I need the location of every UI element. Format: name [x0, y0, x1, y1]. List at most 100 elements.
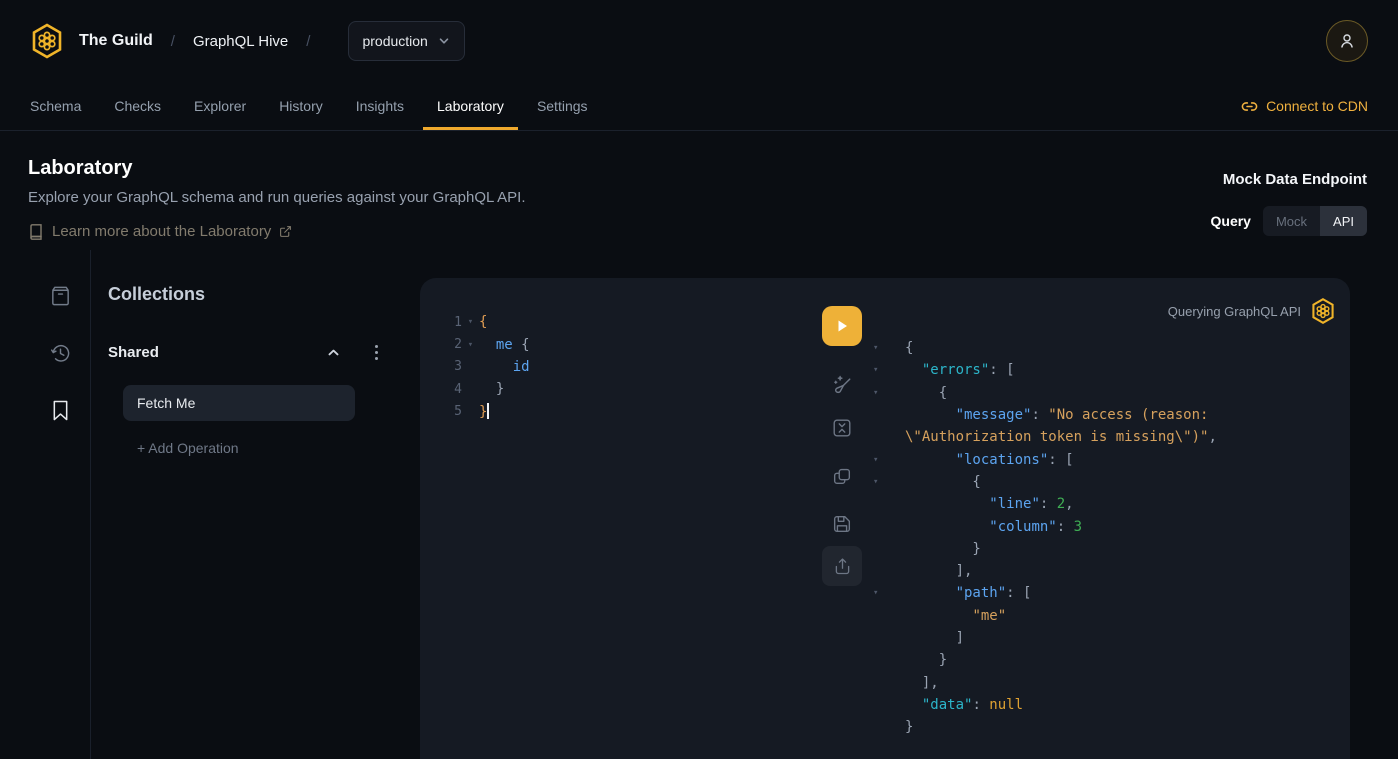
result-line: ] — [871, 627, 1340, 649]
page-title: Laboratory — [28, 157, 526, 180]
result-line: "line": 2, — [871, 493, 1340, 515]
code-line-text: id — [479, 359, 530, 375]
project-name[interactable]: GraphQL Hive — [193, 33, 288, 50]
result-line: ▾{ — [871, 337, 1340, 359]
querying-label: Querying GraphQL API — [1168, 304, 1301, 319]
rail-divider — [90, 250, 91, 759]
fold-arrow-icon[interactable]: ▾ — [871, 588, 905, 598]
query-label: Query — [1211, 213, 1251, 229]
code-line-text: { — [479, 314, 487, 330]
breadcrumb-separator: / — [171, 33, 175, 50]
save-operation-button[interactable] — [822, 504, 862, 544]
operation-list: Fetch Me — [108, 385, 378, 421]
hive-logo-icon — [30, 22, 64, 60]
tab-laboratory[interactable]: Laboratory — [437, 82, 504, 130]
header-nav-row: Schema Checks Explorer History Insights Labor… — [0, 82, 1398, 131]
collections-panel: Collections Shared Fetch Me + Add Operat… — [108, 284, 378, 456]
fold-arrow-icon[interactable]: ▾ — [871, 388, 905, 398]
code-line-text: "path": [ — [905, 585, 1031, 601]
endpoint-toggle-row: Query MockAPI — [1211, 206, 1368, 236]
fold-arrow-icon[interactable]: ▾ — [871, 455, 905, 465]
link-icon — [1241, 98, 1258, 115]
connect-to-cdn-button[interactable]: Connect to CDN — [1241, 98, 1368, 115]
page-subtitle: Explore your GraphQL schema and run quer… — [28, 189, 526, 206]
line-number: 2 — [420, 337, 462, 352]
collections-rail-button[interactable] — [46, 283, 74, 309]
tab-history[interactable]: History — [279, 82, 323, 130]
copy-query-button[interactable] — [822, 456, 862, 496]
code-line-text: \"Authorization token is missing\")", — [905, 429, 1217, 445]
editor-line[interactable]: 5} — [420, 401, 810, 423]
tab-settings[interactable]: Settings — [537, 82, 588, 130]
fold-arrow-icon[interactable]: ▾ — [871, 477, 905, 487]
endpoint-controls: Mock Data Endpoint Query MockAPI — [1211, 157, 1368, 240]
mock-api-toggle: MockAPI — [1263, 206, 1367, 236]
user-avatar[interactable] — [1326, 20, 1368, 62]
result-line: ], — [871, 671, 1340, 693]
code-line-text: "line": 2, — [905, 496, 1074, 512]
toggle-option-api[interactable]: API — [1320, 206, 1367, 236]
result-line: ▾ "errors": [ — [871, 359, 1340, 381]
history-rail-button[interactable] — [46, 340, 74, 366]
header-top-row: The Guild / GraphQL Hive / production — [0, 0, 1398, 82]
code-line-text: ], — [905, 563, 972, 579]
prettify-icon — [831, 372, 854, 395]
fold-arrow-icon[interactable]: ▾ — [871, 343, 905, 353]
code-line-text: { — [905, 340, 913, 356]
save-icon — [831, 513, 853, 535]
code-line-text: "column": 3 — [905, 519, 1082, 535]
page-head: Laboratory Explore your GraphQL schema a… — [0, 131, 1398, 240]
copy-icon — [831, 465, 853, 487]
merge-icon — [831, 417, 853, 439]
add-operation-button[interactable]: + Add Operation — [108, 440, 378, 456]
result-line: ▾ "locations": [ — [871, 448, 1340, 470]
fold-arrow-icon[interactable]: ▾ — [462, 317, 479, 327]
tab-insights[interactable]: Insights — [356, 82, 404, 130]
toggle-option-mock[interactable]: Mock — [1263, 206, 1320, 236]
execute-query-button[interactable] — [822, 306, 862, 346]
chevron-up-icon[interactable] — [326, 345, 341, 360]
result-header: Querying GraphQL API — [1168, 297, 1336, 325]
line-number: 4 — [420, 382, 462, 397]
code-line-text: } — [905, 652, 947, 668]
play-icon — [834, 318, 850, 334]
tab-explorer[interactable]: Explorer — [194, 82, 246, 130]
connect-to-cdn-label: Connect to CDN — [1266, 98, 1368, 114]
code-line-text: } — [905, 719, 913, 735]
editor-line[interactable]: 1▾{ — [420, 311, 810, 333]
result-line: "me" — [871, 605, 1340, 627]
editor-line[interactable]: 3 id — [420, 356, 810, 378]
operation-item[interactable]: Fetch Me — [123, 385, 355, 421]
query-editor[interactable]: 1▾{2▾ me {3 id4 }5} — [420, 311, 810, 423]
result-line: \"Authorization token is missing\")", — [871, 426, 1340, 448]
bookmark-rail-button[interactable] — [46, 397, 74, 423]
code-line-text: "me" — [905, 608, 1006, 624]
response-viewer[interactable]: ▾{▾ "errors": [▾ { "message": "No access… — [871, 337, 1340, 738]
prettify-button[interactable] — [822, 363, 862, 403]
code-line-text: me { — [479, 337, 530, 353]
result-line: } — [871, 649, 1340, 671]
fold-arrow-icon[interactable]: ▾ — [871, 365, 905, 375]
tab-checks[interactable]: Checks — [114, 82, 161, 130]
learn-more-link[interactable]: Learn more about the Laboratory — [28, 223, 526, 240]
tool-rail — [46, 283, 74, 423]
person-icon — [1338, 32, 1356, 50]
hive-logo-small-icon — [1310, 297, 1336, 325]
collection-group-row[interactable]: Shared — [108, 341, 378, 364]
code-line-text: } — [479, 403, 489, 420]
share-operation-button[interactable] — [822, 546, 862, 586]
breadcrumb-separator: / — [306, 33, 310, 50]
kebab-menu-icon[interactable] — [371, 341, 382, 364]
org-name[interactable]: The Guild — [79, 32, 153, 50]
merge-fragments-button[interactable] — [822, 408, 862, 448]
editor-line[interactable]: 4 } — [420, 378, 810, 400]
result-line: "column": 3 — [871, 515, 1340, 537]
line-number: 3 — [420, 359, 462, 374]
editor-line[interactable]: 2▾ me { — [420, 333, 810, 355]
fold-arrow-icon[interactable]: ▾ — [462, 340, 479, 350]
collections-heading: Collections — [108, 284, 378, 305]
chevron-down-icon — [437, 34, 451, 48]
result-line: ▾ "path": [ — [871, 582, 1340, 604]
tab-schema[interactable]: Schema — [30, 82, 81, 130]
target-selector[interactable]: production — [348, 21, 464, 61]
